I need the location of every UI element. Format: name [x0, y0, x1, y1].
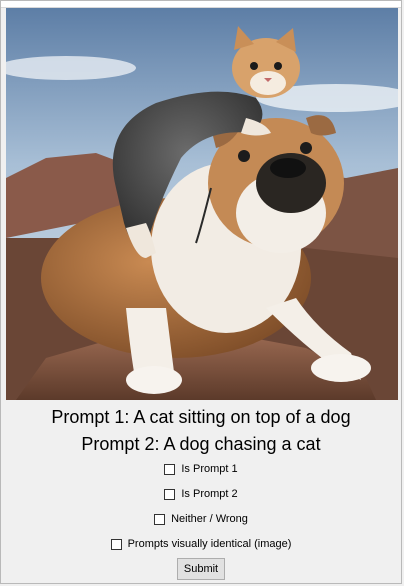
- prompts-identical-label: Prompts visually identical (image): [127, 538, 292, 550]
- is-prompt-2-checkbox[interactable]: [164, 488, 176, 500]
- is-prompt-2-label: Is Prompt 2: [181, 488, 238, 500]
- is-prompt-1-checkbox[interactable]: [164, 463, 176, 475]
- app-window: Prompt 1: A cat sitting on top of a dog …: [0, 0, 402, 584]
- is-prompt-1-label: Is Prompt 1: [181, 463, 238, 475]
- cat-on-dog-illustration: [6, 8, 398, 400]
- option-neither-wrong[interactable]: Neither / Wrong: [1, 511, 401, 527]
- generated-image: [6, 8, 398, 400]
- option-is-prompt-1[interactable]: Is Prompt 1: [1, 461, 401, 477]
- option-prompts-identical[interactable]: Prompts visually identical (image): [1, 536, 401, 552]
- prompt-1-text: Prompt 1: A cat sitting on top of a dog: [51, 407, 351, 427]
- option-is-prompt-2[interactable]: Is Prompt 2: [1, 486, 401, 502]
- prompts-identical-checkbox[interactable]: [110, 538, 122, 550]
- neither-wrong-label: Neither / Wrong: [171, 513, 248, 525]
- window-top-bar: [1, 1, 401, 8]
- submit-button[interactable]: Submit: [177, 558, 225, 580]
- neither-wrong-checkbox[interactable]: [154, 513, 166, 525]
- prompt-2-text: Prompt 2: A dog chasing a cat: [81, 434, 321, 454]
